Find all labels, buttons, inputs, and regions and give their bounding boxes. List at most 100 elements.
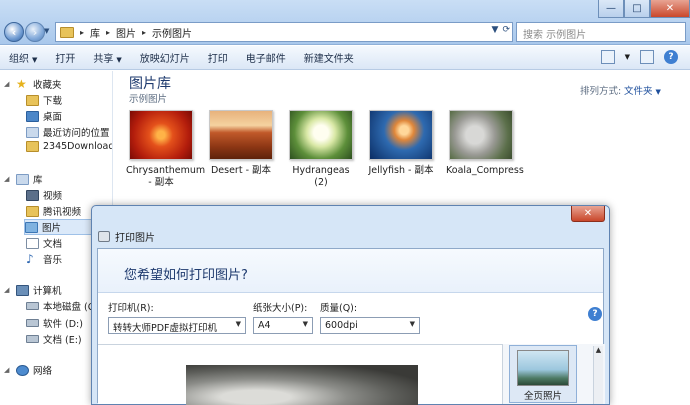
breadcrumb-library[interactable]: 库 <box>90 25 100 40</box>
sidebar-item-libraries[interactable]: ◢ 库 <box>4 172 43 186</box>
address-dropdown-icon[interactable]: ▼ <box>492 25 499 35</box>
open-label: 打开 <box>55 54 76 65</box>
sidebar-item-recent-places[interactable]: 最近访问的位置 <box>26 125 110 139</box>
file-name: Chrysanthemum - 副本 <box>126 165 206 188</box>
dialog-close-button[interactable]: ✕ <box>571 206 605 222</box>
printer-select[interactable]: 转转大师PDF虚拟打印机 ▼ <box>108 317 246 334</box>
new-folder-label: 新建文件夹 <box>303 54 354 65</box>
chevron-right-icon: ▸ <box>80 27 85 37</box>
print-pictures-dialog: ✕ 打印图片 您希望如何打印图片? 打印机(R): 转转大师PDF虚拟打印机 ▼… <box>91 205 610 405</box>
expand-arrow-icon[interactable]: ◢ <box>4 80 12 88</box>
printer-icon <box>98 231 110 242</box>
layout-list: 全页照片 ▲ <box>503 344 605 404</box>
quality-select[interactable]: 600dpi ▼ <box>320 317 420 334</box>
expand-arrow-icon[interactable]: ◢ <box>4 286 12 294</box>
expand-arrow-icon[interactable]: ◢ <box>4 175 12 183</box>
sidebar-item-label: 音乐 <box>43 255 63 266</box>
close-button[interactable]: ✕ <box>650 0 690 18</box>
chevron-right-icon: ▸ <box>106 27 111 37</box>
sidebar-item-label: 桌面 <box>43 112 63 123</box>
star-icon: ★ <box>16 76 27 91</box>
share-label: 共享 <box>93 54 114 65</box>
new-folder-button[interactable]: 新建文件夹 <box>295 50 363 65</box>
recent-pages-dropdown[interactable]: ▼ <box>44 27 49 35</box>
hard-drive-icon <box>26 319 39 327</box>
breadcrumb-pictures[interactable]: 图片 <box>116 25 136 40</box>
slideshow-label: 放映幻灯片 <box>139 54 190 65</box>
back-button[interactable]: ‹ <box>4 22 24 42</box>
chevron-right-icon: ▸ <box>142 27 147 37</box>
sidebar-item-drive-c[interactable]: 本地磁盘 (C:) <box>26 299 101 313</box>
preview-pane-icon[interactable] <box>640 50 654 64</box>
help-icon[interactable]: ? <box>664 50 678 64</box>
sidebar-item-network[interactable]: ◢ 网络 <box>4 363 52 377</box>
file-item[interactable]: Jellyfish - 副本 <box>366 110 436 177</box>
file-name: Koala_Compress <box>446 165 524 176</box>
hard-drive-icon <box>26 335 39 343</box>
share-button[interactable]: 共享 ▼ <box>84 50 130 65</box>
dialog-title-bar: 打印图片 <box>98 229 155 244</box>
sidebar-item-drive-e[interactable]: 文档 (E:) <box>26 332 82 346</box>
sidebar-item-drive-d[interactable]: 软件 (D:) <box>26 316 83 330</box>
forward-button[interactable]: › <box>25 22 45 42</box>
sidebar-item-label: 收藏夹 <box>33 80 62 91</box>
scroll-up-arrow-icon[interactable]: ▲ <box>594 346 603 354</box>
maximize-button[interactable]: □ <box>624 0 650 18</box>
refresh-icon[interactable]: ⟳ <box>502 25 510 35</box>
arrange-by-dropdown[interactable]: 文件夹 ▼ <box>624 83 661 97</box>
sidebar-item-computer[interactable]: ◢ 计算机 <box>4 283 62 297</box>
email-button[interactable]: 电子邮件 <box>237 50 295 65</box>
file-item[interactable]: Desert - 副本 <box>206 110 276 177</box>
sidebar-item-desktop[interactable]: 桌面 <box>26 109 62 123</box>
sidebar-item-documents[interactable]: 文档 <box>26 236 62 250</box>
sidebar-item-label: 文档 <box>43 239 63 250</box>
view-options-icon[interactable] <box>600 50 615 64</box>
paper-size-value: A4 <box>258 320 271 331</box>
file-name: Desert - 副本 <box>210 165 272 176</box>
dropdown-arrow-icon: ▼ <box>409 320 415 328</box>
image-thumbnail <box>209 110 273 160</box>
layout-scrollbar[interactable]: ▲ <box>593 346 603 404</box>
breadcrumb-sample-pictures[interactable]: 示例图片 <box>152 25 192 40</box>
quality-label: 质量(Q): <box>320 303 358 314</box>
expand-arrow-icon[interactable]: ◢ <box>4 366 12 374</box>
downloads-folder-icon <box>26 94 39 106</box>
sidebar-item-music[interactable]: ♪ 音乐 <box>26 252 63 267</box>
recent-places-icon <box>26 126 39 138</box>
sidebar-item-label: 下载 <box>43 96 63 107</box>
help-icon[interactable]: ? <box>588 307 602 321</box>
video-library-icon <box>26 189 39 201</box>
open-button[interactable]: 打开 <box>46 50 84 65</box>
sidebar-item-tencent-video[interactable]: 腾讯视频 <box>26 204 81 218</box>
preview-image <box>186 365 418 405</box>
dropdown-arrow-icon: ▼ <box>116 56 122 64</box>
slideshow-button[interactable]: 放映幻灯片 <box>131 50 199 65</box>
image-thumbnail <box>449 110 513 160</box>
dialog-question: 您希望如何打印图片? <box>124 268 248 283</box>
search-input[interactable]: 搜索 示例图片 <box>516 22 686 42</box>
paper-size-select[interactable]: A4 ▼ <box>253 317 313 334</box>
sidebar-item-favorites[interactable]: ◢ ★ 收藏夹 <box>4 76 62 92</box>
sidebar-item-label: 库 <box>33 175 43 186</box>
minimize-button[interactable]: — <box>598 0 624 18</box>
file-item[interactable]: Chrysanthemum - 副本 <box>126 110 206 189</box>
sidebar-item-downloads[interactable]: 下载 <box>26 93 62 107</box>
layout-full-page-photo[interactable]: 全页照片 <box>509 345 577 403</box>
dropdown-arrow-icon: ▼ <box>32 56 38 64</box>
address-input[interactable]: ▸ 库 ▸ 图片 ▸ 示例图片 ▼ ⟳ <box>55 22 513 42</box>
file-item[interactable]: Koala_Compress <box>446 110 524 177</box>
email-label: 电子邮件 <box>245 54 286 65</box>
sidebar-item-2345downloads[interactable]: 2345Downloads <box>26 141 113 152</box>
sidebar-item-videos[interactable]: 视频 <box>26 188 62 202</box>
view-dropdown-icon[interactable]: ▼ <box>625 53 630 61</box>
library-title: 图片库 <box>129 76 171 92</box>
file-item[interactable]: Hydrangeas (2) <box>286 110 356 189</box>
documents-library-icon <box>26 237 39 249</box>
command-bar: 组织 ▼ 打开 共享 ▼ 放映幻灯片 打印 电子邮件 新建文件夹 ▼ ? <box>0 46 690 70</box>
sidebar-item-label: 2345Downloads <box>43 141 113 152</box>
organize-button[interactable]: 组织 ▼ <box>0 50 46 65</box>
printer-value: 转转大师PDF虚拟打印机 <box>113 323 218 334</box>
dialog-header: 您希望如何打印图片? <box>98 249 603 293</box>
print-button[interactable]: 打印 <box>199 50 237 65</box>
computer-icon <box>16 284 29 296</box>
